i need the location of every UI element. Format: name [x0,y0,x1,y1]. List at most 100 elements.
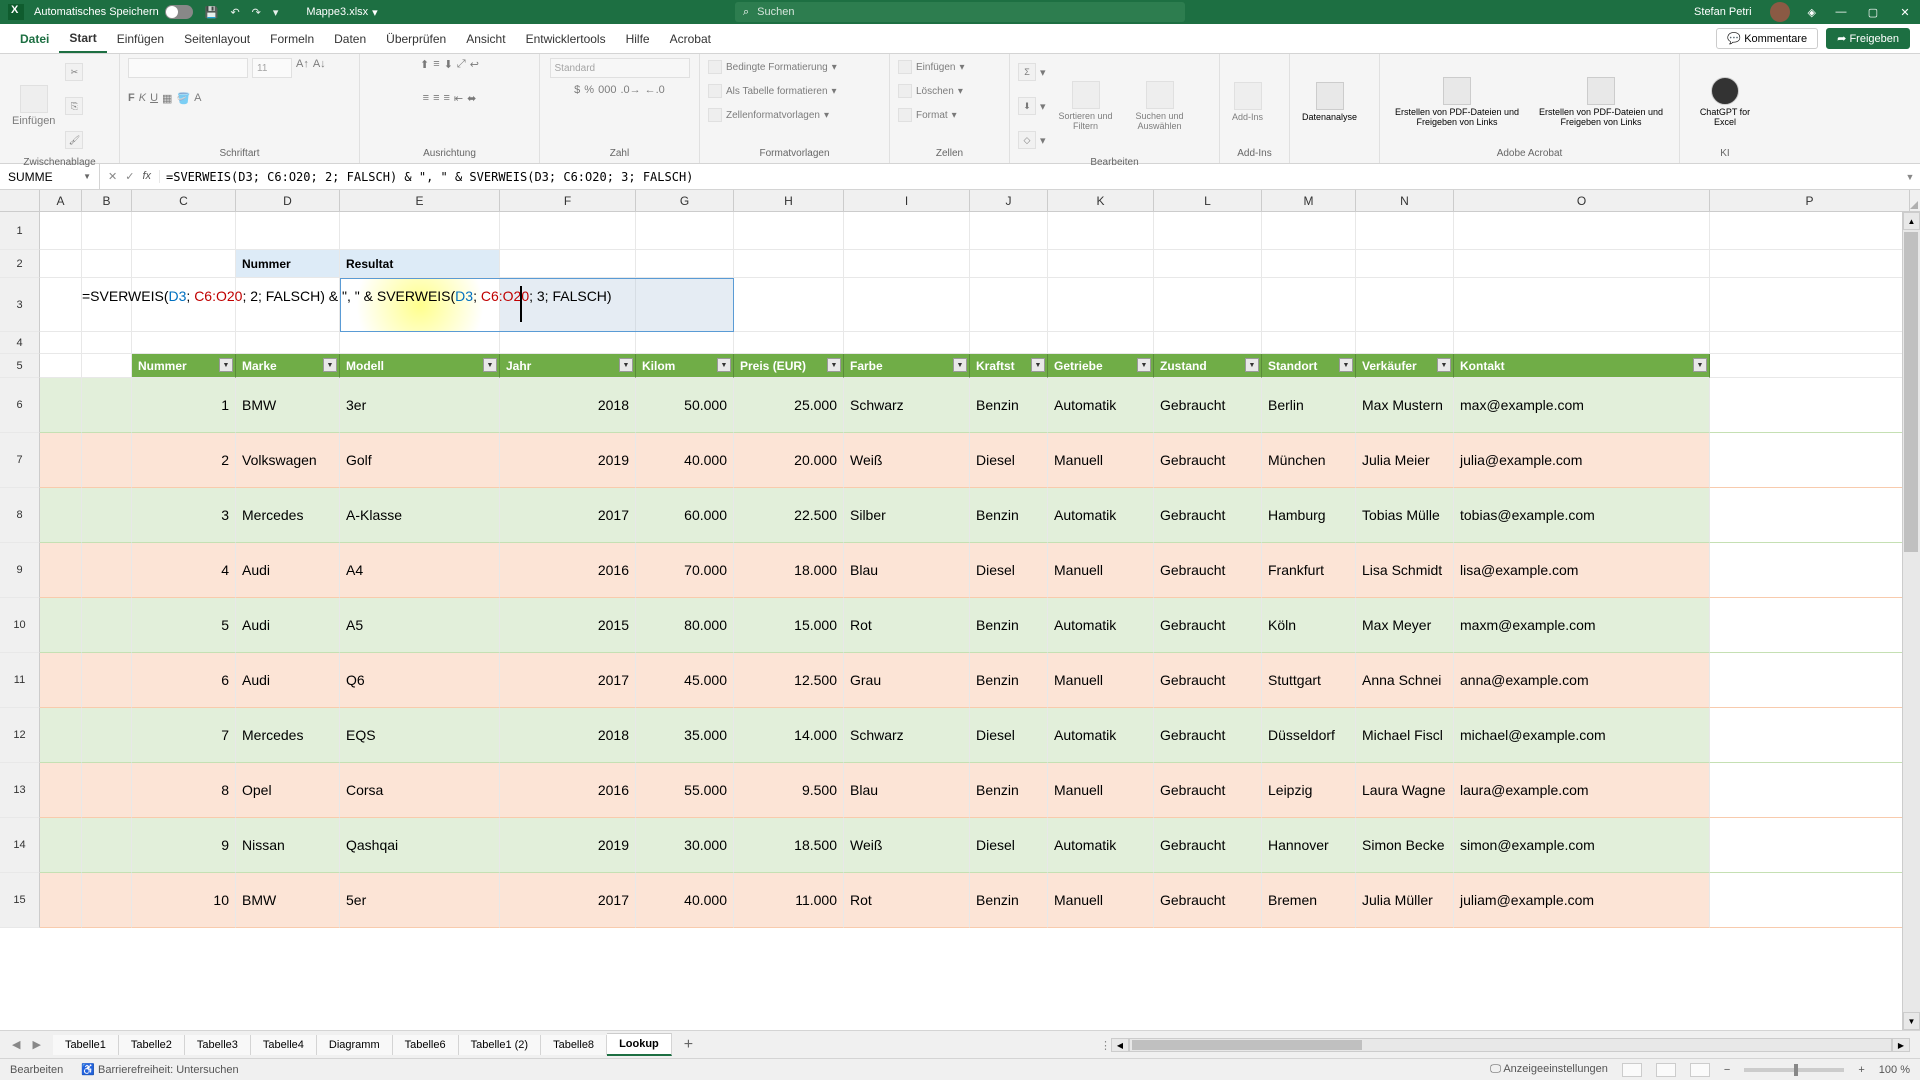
cell-farbe[interactable]: Blau [844,763,970,818]
cell-marke[interactable]: Audi [236,543,340,598]
cell[interactable] [636,250,734,278]
cell-verkaeufer[interactable]: Tobias Mülle [1356,488,1454,543]
in-cell-formula[interactable]: =SVERWEIS(D3; C6:O20; 2; FALSCH) & ", " … [82,288,612,306]
cell[interactable] [82,763,132,818]
cell-km[interactable]: 80.000 [636,598,734,653]
cell-marke[interactable]: Opel [236,763,340,818]
cell[interactable] [970,278,1048,332]
cell[interactable] [844,250,970,278]
table-header-getriebe[interactable]: Getriebe▼ [1048,354,1154,378]
cell-marke[interactable]: BMW [236,873,340,928]
col-header-h[interactable]: H [734,190,844,211]
search-box[interactable]: ⌕ Suchen [735,2,1185,22]
cell[interactable] [40,873,82,928]
cell[interactable] [1710,818,1910,873]
filter-icon[interactable]: ▼ [219,358,233,372]
cell[interactable] [1710,543,1910,598]
cell-standort[interactable]: Stuttgart [1262,653,1356,708]
cell-km[interactable]: 40.000 [636,873,734,928]
cell-preis[interactable]: 20.000 [734,433,844,488]
undo-icon[interactable]: ↶ [230,6,239,19]
filter-icon[interactable]: ▼ [953,358,967,372]
row-header[interactable]: 15 [0,873,40,928]
cell-jahr[interactable]: 2018 [500,378,636,433]
cell-modell[interactable]: Golf [340,433,500,488]
row-header[interactable]: 9 [0,543,40,598]
filename[interactable]: Mappe3.xlsx [306,6,368,18]
cell[interactable] [40,543,82,598]
col-header-e[interactable]: E [340,190,500,211]
col-header-i[interactable]: I [844,190,970,211]
share-button[interactable]: ➦ Freigeben [1826,28,1910,49]
cell-verkaeufer[interactable]: Simon Becke [1356,818,1454,873]
cell[interactable] [82,212,132,250]
cell-modell[interactable]: Corsa [340,763,500,818]
pdf-create-1-button[interactable]: Erstellen von PDF-Dateien und Freigeben … [1388,73,1526,131]
view-normal-icon[interactable] [1622,1063,1642,1077]
cell-verkaeufer[interactable]: Max Mustern [1356,378,1454,433]
add-sheet-icon[interactable]: + [672,1036,705,1054]
scroll-down-icon[interactable]: ▼ [1903,1012,1920,1030]
hscroll-right-icon[interactable]: ▶ [1892,1038,1910,1052]
cell-preis[interactable]: 18.000 [734,543,844,598]
cell-modell[interactable]: EQS [340,708,500,763]
cell-standort[interactable]: Hannover [1262,818,1356,873]
filter-icon[interactable]: ▼ [1693,358,1707,372]
cell-getriebe[interactable]: Manuell [1048,433,1154,488]
cell-zustand[interactable]: Gebraucht [1154,488,1262,543]
cell[interactable] [40,818,82,873]
redo-icon[interactable]: ↷ [252,6,261,19]
hscroll-grip-icon[interactable]: ⋮ [1100,1039,1111,1052]
status-accessibility[interactable]: ♿ Barrierefreiheit: Untersuchen [81,1063,238,1076]
cell[interactable] [82,250,132,278]
hscroll-thumb[interactable] [1132,1040,1362,1050]
cell-d2[interactable]: Nummer [236,250,340,278]
sheet-nav-prev-icon[interactable]: ◀ [12,1038,20,1051]
cell-zustand[interactable]: Gebraucht [1154,598,1262,653]
cell-getriebe[interactable]: Automatik [1048,488,1154,543]
cell-marke[interactable]: Mercedes [236,488,340,543]
sheet-tab[interactable]: Tabelle4 [251,1035,317,1055]
cell[interactable] [82,653,132,708]
cell-modell[interactable]: 3er [340,378,500,433]
cell[interactable] [236,212,340,250]
cell[interactable] [340,332,500,354]
cell[interactable] [1262,250,1356,278]
row-header[interactable]: 13 [0,763,40,818]
cell-marke[interactable]: Mercedes [236,708,340,763]
cell-nummer[interactable]: 2 [132,433,236,488]
cell[interactable] [40,378,82,433]
row-header[interactable]: 8 [0,488,40,543]
cell[interactable] [1710,212,1910,250]
row-header[interactable]: 12 [0,708,40,763]
cancel-formula-icon[interactable]: ✕ [108,170,117,183]
filter-icon[interactable]: ▼ [1437,358,1451,372]
table-header-modell[interactable]: Modell▼ [340,354,500,378]
cell-modell[interactable]: A4 [340,543,500,598]
sheet-tab[interactable]: Tabelle8 [541,1035,607,1055]
cell-zustand[interactable]: Gebraucht [1154,818,1262,873]
cell[interactable] [40,653,82,708]
cell-kontakt[interactable]: laura@example.com [1454,763,1710,818]
cell-kraft[interactable]: Diesel [970,543,1048,598]
cell[interactable] [1356,250,1454,278]
tab-hilfe[interactable]: Hilfe [616,26,660,52]
cell[interactable] [1356,332,1454,354]
maximize-icon[interactable]: ▢ [1866,5,1880,19]
toggle-icon[interactable] [165,5,193,19]
row-header[interactable]: 3 [0,278,40,332]
cell-kontakt[interactable]: julia@example.com [1454,433,1710,488]
cell-getriebe[interactable]: Manuell [1048,653,1154,708]
cell-getriebe[interactable]: Automatik [1048,598,1154,653]
cell[interactable] [1710,488,1910,543]
cell[interactable] [40,278,82,332]
col-header-n[interactable]: N [1356,190,1454,211]
tab-acrobat[interactable]: Acrobat [660,26,721,52]
cell-marke[interactable]: Nissan [236,818,340,873]
cell-zustand[interactable]: Gebraucht [1154,543,1262,598]
cell-farbe[interactable]: Rot [844,598,970,653]
view-pagelayout-icon[interactable] [1656,1063,1676,1077]
cell[interactable] [340,212,500,250]
zoom-value[interactable]: 100 % [1879,1064,1910,1076]
cell[interactable] [734,278,844,332]
